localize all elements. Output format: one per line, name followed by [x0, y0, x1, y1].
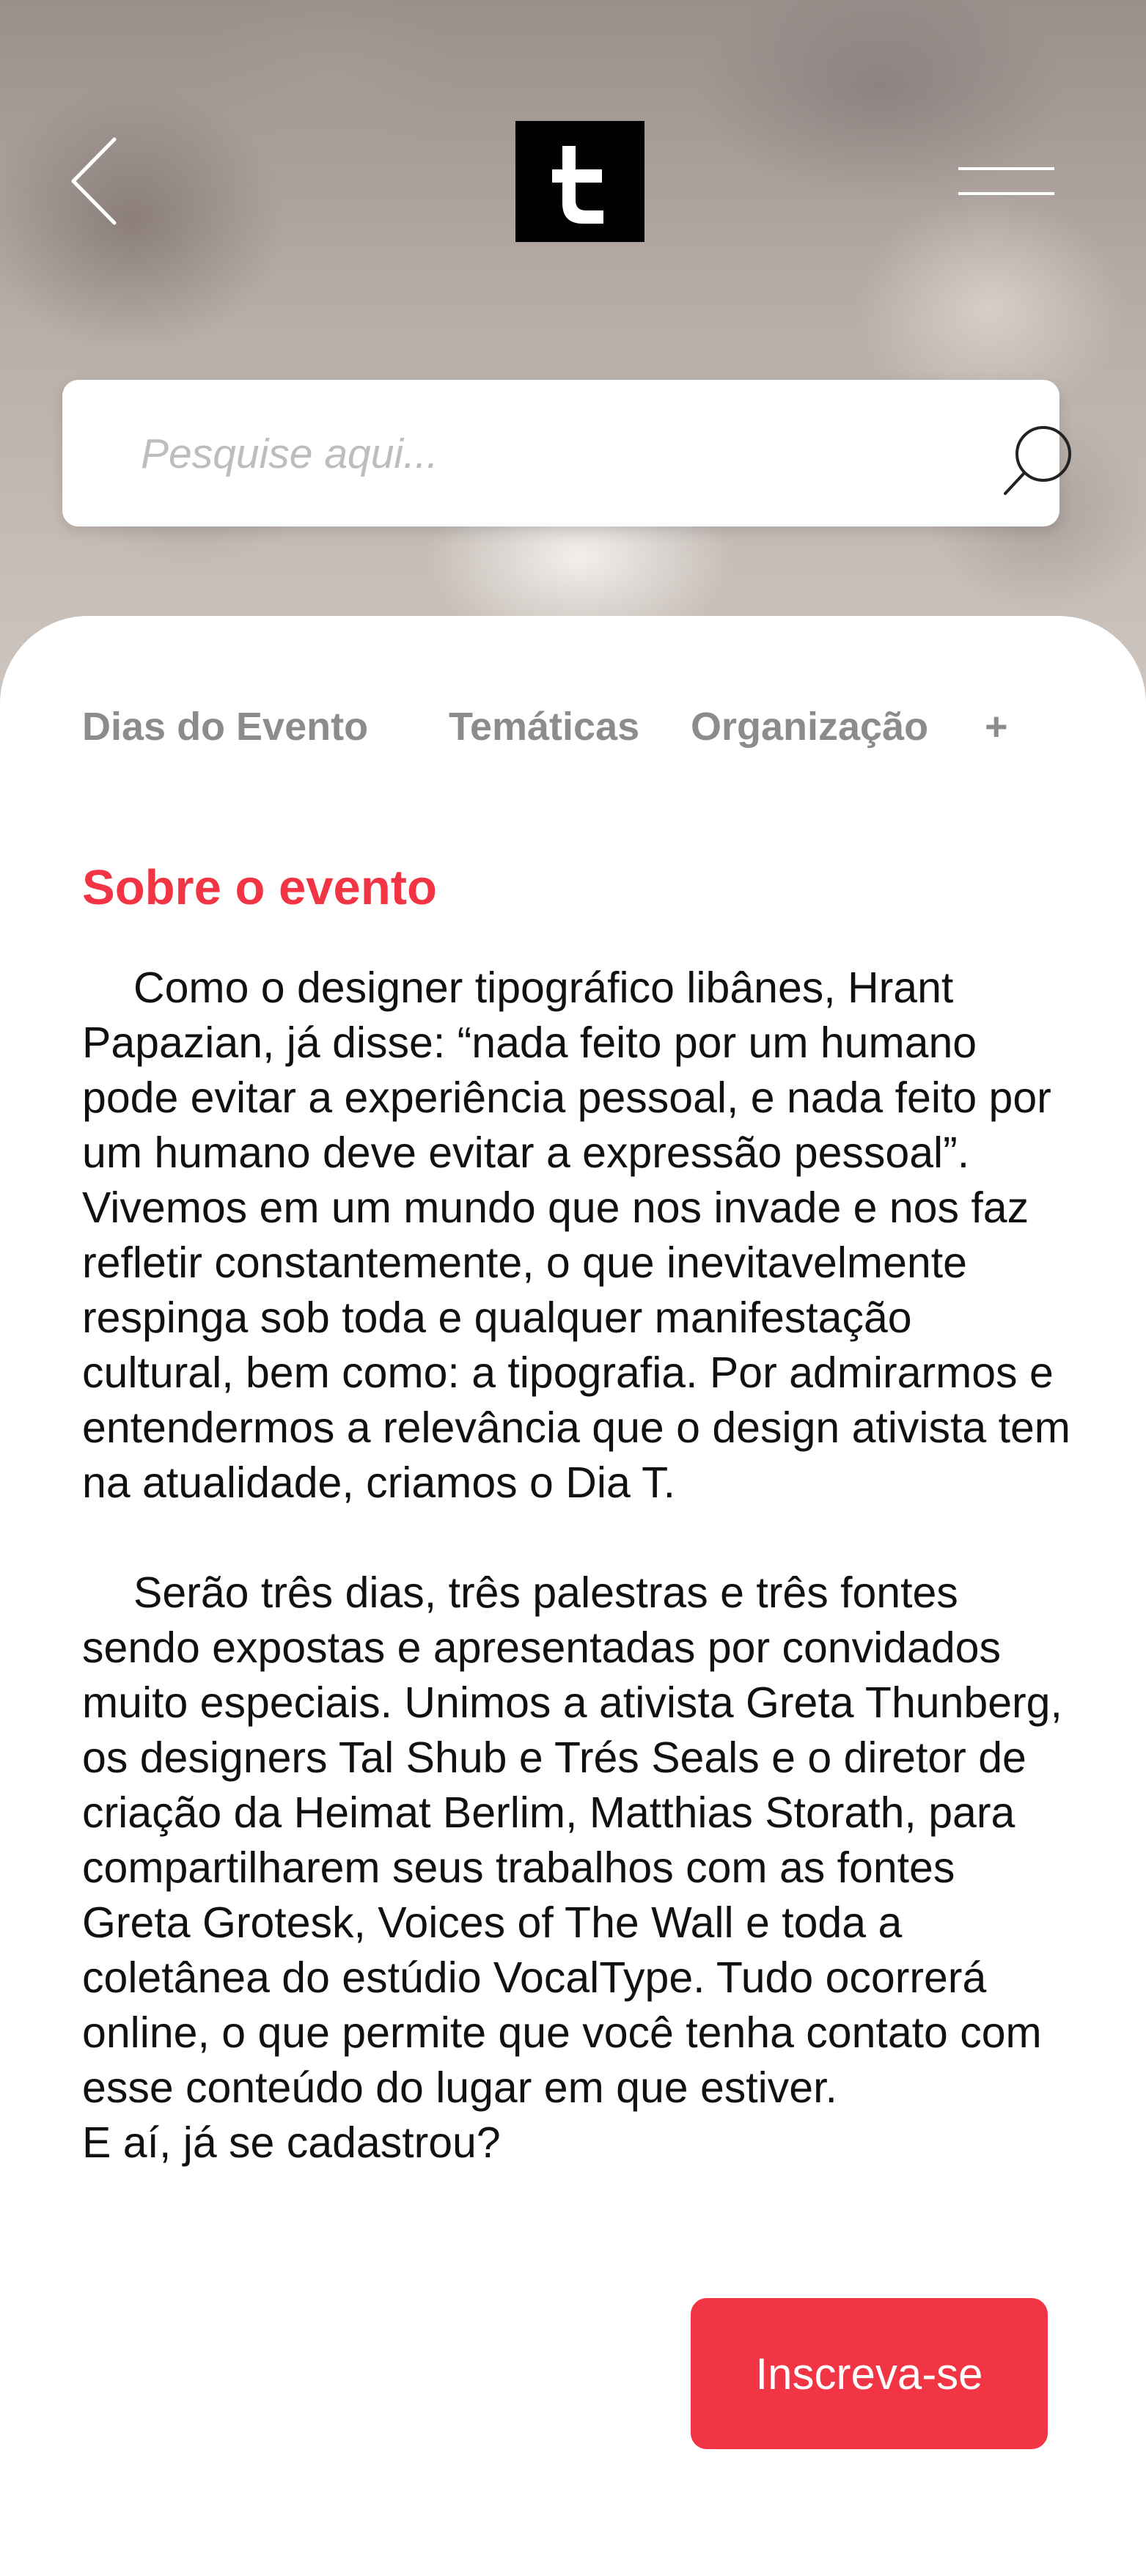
about-paragraph-1: Como o designer tipográfico libânes, Hra…: [82, 964, 1070, 1507]
tab-tematicas[interactable]: Temáticas: [449, 704, 639, 749]
tab-more[interactable]: +: [985, 704, 1008, 749]
hamburger-menu-icon: [958, 167, 1054, 195]
search-input[interactable]: [139, 417, 912, 491]
tab-organizacao[interactable]: Organização: [691, 704, 928, 749]
section-title: Sobre o evento: [82, 860, 437, 915]
subscribe-button[interactable]: Inscreva-se: [691, 2298, 1048, 2449]
about-paragraph-2: Serão três dias, três palestras e três f…: [82, 1568, 1062, 2112]
search-button[interactable]: [1001, 420, 1081, 501]
search-icon: [1004, 426, 1071, 495]
logo-letter-t: [552, 146, 603, 224]
chevron-left-icon: [71, 137, 117, 225]
tab-bar: Dias do Evento Temáticas Organização +: [0, 704, 1146, 763]
menu-button[interactable]: [957, 163, 1056, 199]
about-closing: E aí, já se cadastrou?: [82, 2118, 501, 2167]
back-button[interactable]: [65, 133, 131, 229]
tab-dias-do-evento[interactable]: Dias do Evento: [82, 704, 368, 749]
search-bar: [62, 380, 1071, 526]
about-text: Como o designer tipográfico libânes, Hra…: [82, 961, 1072, 2170]
logo[interactable]: [515, 121, 644, 242]
